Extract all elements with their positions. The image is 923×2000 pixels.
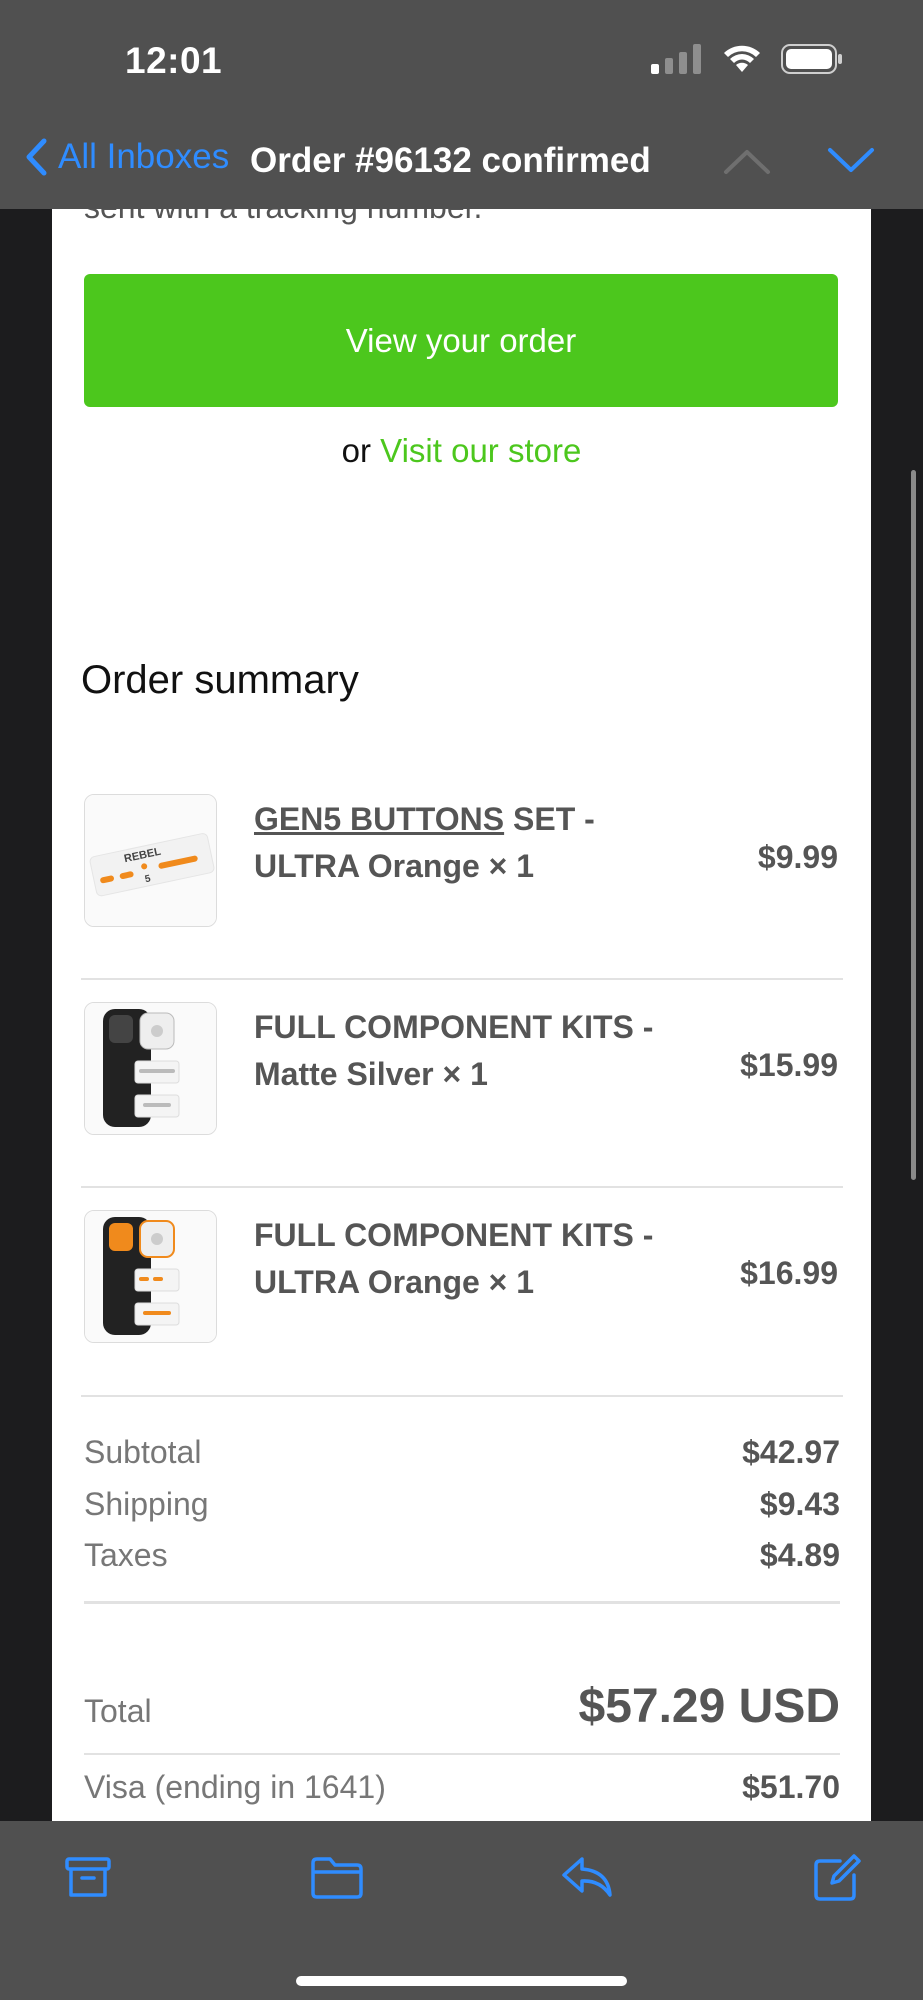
total-label: Total	[84, 1693, 152, 1729]
product-image	[84, 1210, 217, 1343]
wifi-icon	[724, 45, 760, 72]
view-order-button[interactable]: View your order	[84, 274, 838, 407]
reply-button[interactable]	[560, 1853, 614, 1906]
product-image	[84, 1002, 217, 1135]
previous-message-button[interactable]	[722, 146, 772, 181]
item-name[interactable]: FULL COMPONENT KITS - ULTRA Orange × 1	[254, 1212, 684, 1306]
chevron-down-icon	[828, 148, 874, 172]
divider	[81, 978, 843, 980]
order-item: REBEL 5 GEN5 BUTTONS SET - ULTRA Orange …	[81, 794, 841, 1002]
taxes-label: Taxes	[84, 1537, 168, 1573]
payment-label: Visa (ending in 1641)	[84, 1769, 386, 1805]
divider	[84, 1601, 840, 1604]
bottom-toolbar	[0, 1821, 923, 2000]
divider	[84, 1753, 840, 1755]
cellular-signal-icon	[651, 44, 701, 74]
compose-button[interactable]	[812, 1853, 862, 1908]
taxes-value: $4.89	[759, 1537, 840, 1573]
home-indicator[interactable]	[296, 1976, 627, 1986]
total-value: $57.29 USD	[578, 1680, 841, 1733]
compose-icon	[814, 1854, 861, 1901]
subtotal-value: $42.97	[742, 1434, 840, 1470]
archive-icon	[65, 1857, 111, 1897]
subtotal-label: Subtotal	[84, 1434, 202, 1470]
divider	[81, 1186, 843, 1188]
shipping-row: Shipping $9.43	[84, 1486, 840, 1538]
item-name-link[interactable]: GEN5 BUTTONS	[254, 801, 504, 837]
message-scroll-area[interactable]: sent with a tracking number. View your o…	[0, 209, 923, 1821]
scrollbar[interactable]	[911, 470, 916, 1180]
back-button[interactable]: All Inboxes	[24, 137, 229, 177]
folder-icon	[311, 1857, 363, 1899]
item-price: $9.99	[757, 839, 838, 875]
item-name[interactable]: GEN5 BUTTONS SET - ULTRA Orange × 1	[254, 796, 684, 890]
email-body: sent with a tracking number. View your o…	[52, 209, 871, 1821]
status-icons	[651, 44, 843, 74]
top-bar: 12:01 All Inboxes Order #96132 confirmed	[0, 0, 923, 209]
shipping-label: Shipping	[84, 1486, 209, 1522]
product-image: REBEL 5	[84, 794, 217, 927]
cut-off-text: sent with a tracking number.	[84, 209, 482, 226]
order-summary-title: Order summary	[81, 658, 359, 702]
shipping-value: $9.43	[759, 1486, 840, 1522]
order-item: FULL COMPONENT KITS - ULTRA Orange × 1 $…	[81, 1210, 841, 1418]
order-item: FULL COMPONENT KITS - Matte Silver × 1 $…	[81, 1002, 841, 1210]
back-label: All Inboxes	[58, 137, 230, 176]
nav-title: Order #96132 confirmed	[250, 141, 651, 180]
battery-icon	[781, 44, 842, 74]
payment-value: $51.70	[742, 1769, 840, 1805]
or-text: or	[341, 432, 371, 469]
next-message-button[interactable]	[826, 146, 876, 181]
visit-store-link[interactable]: Visit our store	[380, 432, 581, 469]
reply-icon	[562, 1857, 612, 1897]
item-price: $16.99	[740, 1255, 838, 1291]
payment-row: Visa (ending in 1641) $51.70	[84, 1769, 840, 1806]
item-name[interactable]: FULL COMPONENT KITS - Matte Silver × 1	[254, 1004, 684, 1098]
chevron-up-icon	[724, 150, 770, 174]
visit-store-line: or Visit our store	[52, 432, 871, 470]
item-price: $15.99	[740, 1047, 838, 1083]
status-time: 12:01	[125, 40, 223, 81]
taxes-row: Taxes $4.89	[84, 1537, 840, 1589]
divider	[81, 1395, 843, 1397]
subtotal-row: Subtotal $42.97	[84, 1434, 840, 1486]
chevron-left-icon	[26, 138, 47, 176]
move-to-folder-button[interactable]	[310, 1853, 364, 1906]
archive-button[interactable]	[64, 1853, 112, 1906]
